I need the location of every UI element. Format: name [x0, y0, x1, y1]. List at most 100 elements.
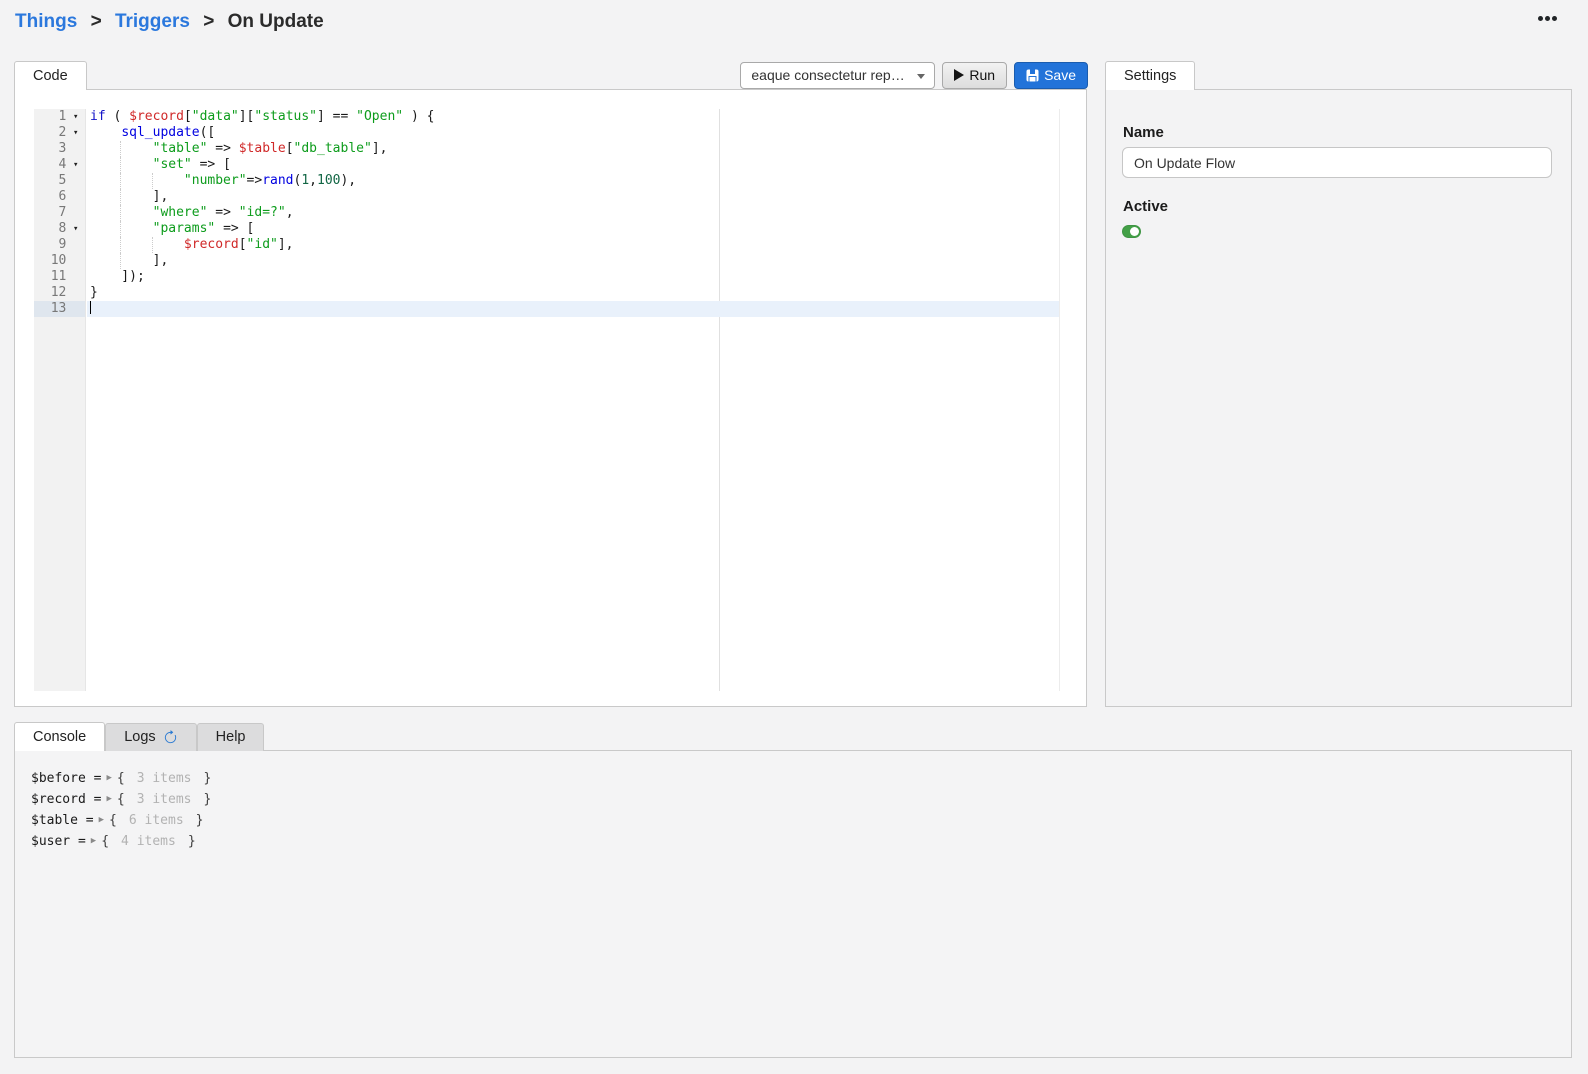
code-token: ], [372, 141, 388, 156]
code-line[interactable]: "set" => [ [87, 157, 1059, 173]
breadcrumb-link-things[interactable]: Things [15, 11, 77, 32]
editor-gutter: 1▾2▾34▾5678▾910111213 [34, 109, 86, 691]
fold-toggle-icon[interactable]: ▾ [66, 125, 85, 141]
line-number: 9 [34, 237, 66, 253]
code-token: ) { [403, 109, 434, 124]
settings-panel: Name Active [1105, 89, 1572, 707]
code-token: [ [239, 237, 247, 252]
code-token: "where" [153, 205, 208, 220]
gutter-row: 4▾ [34, 157, 85, 173]
code-token [90, 141, 153, 156]
expand-icon[interactable]: ▶ [106, 768, 111, 789]
console-output: $before = ▶{3 items} $record = ▶{3 items… [31, 768, 211, 852]
indent-guide [120, 157, 121, 173]
code-token [90, 237, 184, 252]
code-line[interactable]: } [87, 285, 1059, 301]
variable-name: $user = [31, 831, 86, 852]
gutter-row: 8▾ [34, 221, 85, 237]
dropdown-caret-icon [917, 74, 925, 79]
fold-gutter [66, 237, 85, 253]
code-line[interactable]: sql_update([ [87, 125, 1059, 141]
breadcrumb-separator: > [203, 11, 214, 32]
flow-select[interactable]: eaque consectetur rep… [740, 62, 935, 89]
tab-logs[interactable]: Logs [105, 723, 196, 751]
code-token [90, 205, 153, 220]
code-token: rand [262, 173, 293, 188]
open-brace: { [117, 789, 125, 810]
play-icon [954, 69, 964, 81]
code-line[interactable]: ]); [87, 269, 1059, 285]
code-token [90, 157, 153, 172]
code-token: "table" [153, 141, 208, 156]
line-number: 4 [34, 157, 66, 173]
code-token: ] == [317, 109, 356, 124]
indent-guide [120, 189, 121, 205]
save-icon [1026, 69, 1039, 82]
line-number: 3 [34, 141, 66, 157]
variable-name: $before = [31, 768, 101, 789]
code-token: "id=?" [239, 205, 286, 220]
fold-gutter [66, 285, 85, 301]
fold-gutter [66, 301, 85, 317]
code-line[interactable]: if ( $record["data"]["status"] == "Open"… [87, 109, 1059, 125]
refresh-icon[interactable] [163, 730, 178, 745]
code-token: "Open" [356, 109, 403, 124]
line-number: 10 [34, 253, 66, 269]
overflow-menu-icon[interactable] [1538, 16, 1557, 21]
fold-toggle-icon[interactable]: ▾ [66, 221, 85, 237]
indent-guide [120, 173, 121, 189]
line-number: 8 [34, 221, 66, 237]
code-token: => [207, 205, 238, 220]
code-token: => [247, 173, 263, 188]
line-number: 2 [34, 125, 66, 141]
close-brace: } [196, 810, 204, 831]
fold-toggle-icon[interactable]: ▾ [66, 157, 85, 173]
code-line[interactable]: ], [87, 189, 1059, 205]
tab-settings[interactable]: Settings [1105, 61, 1195, 90]
expand-icon[interactable]: ▶ [106, 789, 111, 810]
code-token: if [90, 109, 106, 124]
indent-guide [120, 237, 121, 253]
code-token [90, 221, 153, 236]
code-token: [ [286, 141, 294, 156]
code-token [90, 125, 121, 140]
indent-guide [152, 237, 153, 253]
code-token: "id" [247, 237, 278, 252]
console-entry: $record = ▶{3 items} [31, 789, 211, 810]
tab-help[interactable]: Help [197, 723, 265, 751]
active-toggle[interactable] [1122, 225, 1141, 238]
flow-select-value: eaque consectetur rep… [751, 67, 904, 83]
code-line[interactable]: $record["id"], [87, 237, 1059, 253]
tab-console[interactable]: Console [14, 722, 105, 751]
tab-code[interactable]: Code [14, 61, 87, 90]
variable-name: $table = [31, 810, 94, 831]
tab-code-label: Code [33, 63, 68, 90]
expand-icon[interactable]: ▶ [91, 831, 96, 852]
code-line[interactable]: "params" => [ [87, 221, 1059, 237]
breadcrumb-link-triggers[interactable]: Triggers [115, 11, 190, 32]
code-line[interactable]: "where" => "id=?", [87, 205, 1059, 221]
code-line[interactable]: "table" => $table["db_table"], [87, 141, 1059, 157]
save-button[interactable]: Save [1014, 62, 1088, 89]
name-input[interactable] [1122, 147, 1552, 178]
item-count: 4 items [121, 831, 176, 852]
item-count: 3 items [137, 789, 192, 810]
gutter-row: 5 [34, 173, 85, 189]
gutter-row: 11 [34, 269, 85, 285]
code-line[interactable]: "number"=>rand(1,100), [87, 173, 1059, 189]
fold-toggle-icon[interactable]: ▾ [66, 109, 85, 125]
expand-icon[interactable]: ▶ [99, 810, 104, 831]
code-token: "db_table" [294, 141, 372, 156]
code-token: "data" [192, 109, 239, 124]
open-brace: { [101, 831, 109, 852]
line-number: 13 [34, 301, 66, 317]
code-line[interactable]: ], [87, 253, 1059, 269]
gutter-row: 7 [34, 205, 85, 221]
code-editor[interactable]: 1▾2▾34▾5678▾910111213 if ( $record["data… [34, 109, 1060, 691]
code-token: 100 [317, 173, 340, 188]
breadcrumb-separator: > [91, 11, 102, 32]
gutter-row: 3 [34, 141, 85, 157]
code-line[interactable] [87, 301, 1059, 317]
run-button[interactable]: Run [942, 62, 1007, 89]
code-token: "params" [153, 221, 216, 236]
